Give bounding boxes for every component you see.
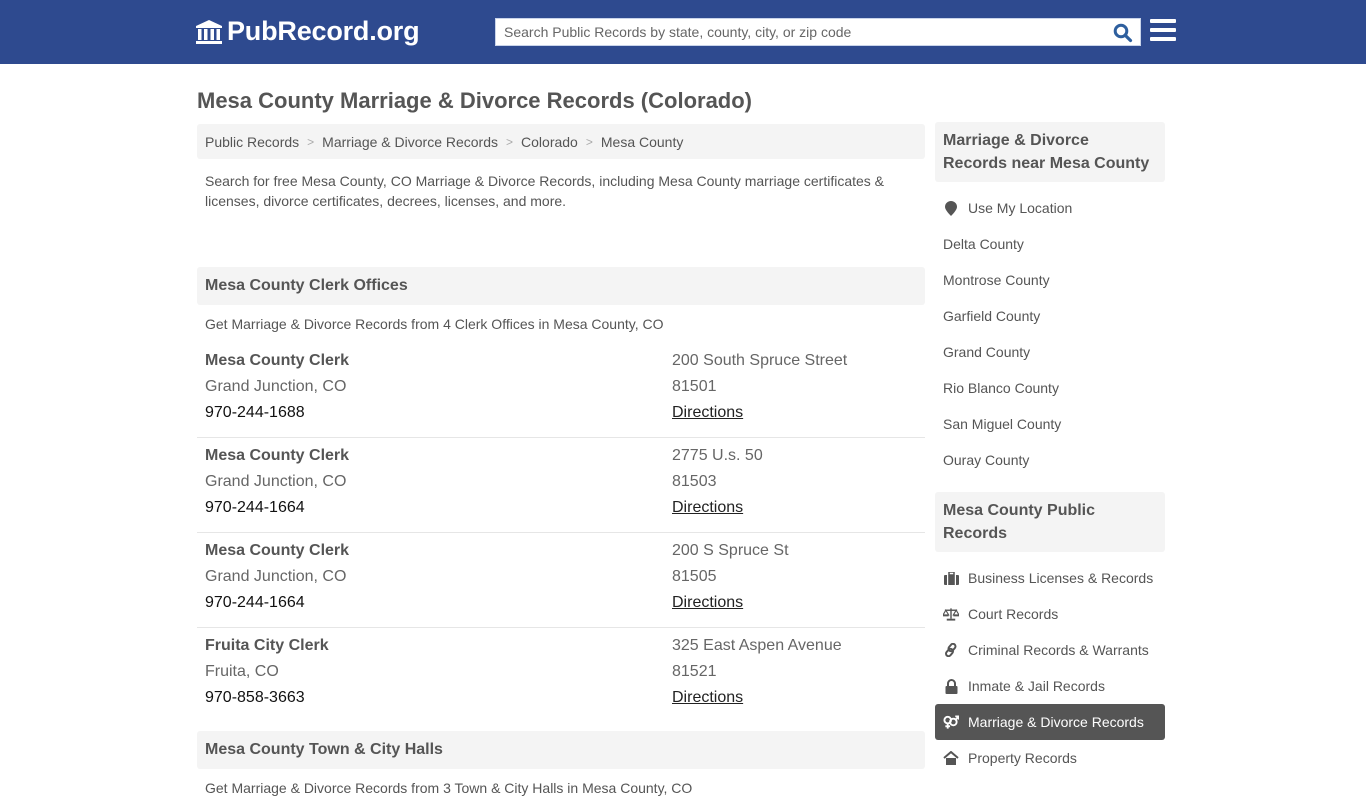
nearby-county-link[interactable]: San Miguel County xyxy=(935,406,1165,442)
bank-building-icon xyxy=(196,19,222,44)
breadcrumb: Public Records > Marriage & Divorce Reco… xyxy=(197,124,925,159)
breadcrumb-separator: > xyxy=(307,134,315,149)
sidebar-heading-nearby: Marriage & Divorce Records near Mesa Cou… xyxy=(935,122,1165,182)
section-subtitle-town-city-halls: Get Marriage & Divorce Records from 3 To… xyxy=(205,780,693,796)
office-listing: Mesa County Clerk Grand Junction, CO 970… xyxy=(197,343,925,438)
office-city: Grand Junction, CO xyxy=(205,378,347,395)
nearby-county-link[interactable]: Delta County xyxy=(935,226,1165,262)
nearby-county-link[interactable]: Garfield County xyxy=(935,298,1165,334)
office-phone[interactable]: 970-244-1688 xyxy=(205,400,672,426)
balance-scale-icon xyxy=(943,606,959,622)
main-content: Public Records > Marriage & Divorce Reco… xyxy=(197,124,925,807)
nearby-county-link[interactable]: Grand County xyxy=(935,334,1165,370)
sidebar: Marriage & Divorce Records near Mesa Cou… xyxy=(935,122,1165,788)
office-zip: 81505 xyxy=(672,568,717,585)
hamburger-menu-icon-bar xyxy=(1150,19,1176,23)
hamburger-menu-icon-bar xyxy=(1150,28,1176,32)
sidebar-heading-public-records: Mesa County Public Records xyxy=(935,492,1165,552)
office-listing: Fruita City Clerk Fruita, CO 970-858-366… xyxy=(197,628,925,723)
office-zip: 81501 xyxy=(672,378,717,395)
breadcrumb-separator: > xyxy=(506,134,514,149)
sidebar-item-label: Business Licenses & Records xyxy=(968,570,1154,586)
directions-link[interactable]: Directions xyxy=(672,404,743,421)
chain-link-icon xyxy=(943,642,959,658)
breadcrumb-public-records[interactable]: Public Records xyxy=(205,134,299,150)
office-address: 200 South Spruce Street xyxy=(672,352,848,369)
office-phone[interactable]: 970-858-3663 xyxy=(205,685,672,711)
office-zip: 81521 xyxy=(672,663,717,680)
office-address: 200 S Spruce St xyxy=(672,542,789,559)
breadcrumb-marriage-divorce-records[interactable]: Marriage & Divorce Records xyxy=(322,134,498,150)
section-heading-town-city-halls: Mesa County Town & City Halls xyxy=(197,731,925,769)
sidebar-item-label: Marriage & Divorce Records xyxy=(968,714,1144,730)
office-name: Mesa County Clerk xyxy=(205,542,350,559)
office-address: 2775 U.s. 50 xyxy=(672,447,763,464)
sidebar-item-label: Inmate & Jail Records xyxy=(968,678,1105,694)
directions-link[interactable]: Directions xyxy=(672,689,743,706)
site-logo-link[interactable]: PubRecord.org xyxy=(195,16,420,47)
lock-icon xyxy=(943,678,959,694)
briefcase-icon xyxy=(943,570,959,586)
house-icon xyxy=(943,750,959,766)
office-name: Fruita City Clerk xyxy=(205,637,329,654)
sidebar-item-court-records[interactable]: Court Records xyxy=(935,596,1165,632)
page-title: Mesa County Marriage & Divorce Records (… xyxy=(197,88,753,113)
nearby-counties-list: Use My Location Delta County Montrose Co… xyxy=(935,182,1165,490)
office-listing: Mesa County Clerk Grand Junction, CO 970… xyxy=(197,438,925,533)
office-listing: Mesa County Clerk Grand Junction, CO 970… xyxy=(197,533,925,628)
sidebar-item-label: Court Records xyxy=(968,606,1059,622)
public-records-list: Business Licenses & Records Court Record… xyxy=(935,552,1165,788)
office-phone[interactable]: 970-244-1664 xyxy=(205,590,672,616)
nearby-county-link[interactable]: Rio Blanco County xyxy=(935,370,1165,406)
sidebar-item-label: Criminal Records & Warrants xyxy=(968,642,1149,658)
sidebar-item-business-licenses[interactable]: Business Licenses & Records xyxy=(935,560,1165,596)
breadcrumb-mesa-county[interactable]: Mesa County xyxy=(601,134,683,150)
office-city: Grand Junction, CO xyxy=(205,473,347,490)
top-navigation-bar: PubRecord.org xyxy=(0,0,1366,64)
sidebar-item-inmate-records[interactable]: Inmate & Jail Records xyxy=(935,668,1165,704)
office-zip: 81503 xyxy=(672,473,717,490)
nearby-county-link[interactable]: Montrose County xyxy=(935,262,1165,298)
site-logo-text: PubRecord.org xyxy=(227,16,420,46)
search-icon xyxy=(1113,23,1133,43)
map-marker-icon xyxy=(943,200,959,216)
breadcrumb-separator: > xyxy=(585,134,593,149)
office-city: Fruita, CO xyxy=(205,663,279,680)
use-my-location-label: Use My Location xyxy=(968,200,1073,216)
sidebar-item-property-records[interactable]: Property Records xyxy=(935,740,1165,776)
office-name: Mesa County Clerk xyxy=(205,352,350,369)
use-my-location-link[interactable]: Use My Location xyxy=(935,190,1165,226)
intro-text: Search for free Mesa County, CO Marriage… xyxy=(205,173,885,209)
sidebar-item-marriage-divorce-records[interactable]: Marriage & Divorce Records xyxy=(935,704,1165,740)
hamburger-menu-icon-bar xyxy=(1150,37,1176,41)
breadcrumb-colorado[interactable]: Colorado xyxy=(521,134,578,150)
nearby-county-link[interactable]: Ouray County xyxy=(935,442,1165,478)
office-address: 325 East Aspen Avenue xyxy=(672,637,842,654)
sidebar-item-label: Property Records xyxy=(968,750,1077,766)
sidebar-item-criminal-records[interactable]: Criminal Records & Warrants xyxy=(935,632,1165,668)
office-name: Mesa County Clerk xyxy=(205,447,350,464)
directions-link[interactable]: Directions xyxy=(672,499,743,516)
search-input[interactable] xyxy=(496,19,1096,45)
section-subtitle-clerk-offices: Get Marriage & Divorce Records from 4 Cl… xyxy=(205,316,664,332)
directions-link[interactable]: Directions xyxy=(672,594,743,611)
section-heading-clerk-offices: Mesa County Clerk Offices xyxy=(197,267,925,305)
hamburger-menu-button[interactable] xyxy=(1150,19,1176,43)
office-city: Grand Junction, CO xyxy=(205,568,347,585)
search-bar xyxy=(495,18,1141,46)
venus-mars-icon xyxy=(943,714,959,730)
office-phone[interactable]: 970-244-1664 xyxy=(205,495,672,521)
search-button[interactable] xyxy=(1112,22,1134,44)
